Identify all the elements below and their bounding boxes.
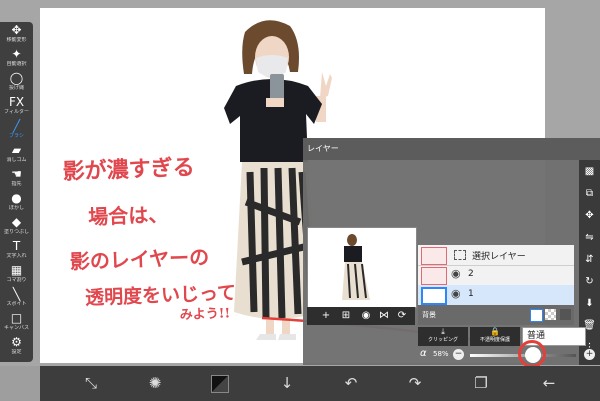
layer-thumbnail	[421, 247, 447, 265]
eye-icon[interactable]: ◉	[451, 287, 461, 300]
merge-down-icon[interactable]: ⬇	[582, 296, 597, 311]
left-toolbar: ✥ 移動変形 ✦ 自動選択 ◯ 投げ縄 FX フィルター ╱ ブラシ ▰ 消しゴム ☚ 指先 ● ぼかし ◆ 塗り…	[0, 22, 33, 362]
tool-magic-wand[interactable]: ✦ 自動選択	[0, 48, 33, 72]
opacity-decrease-button[interactable]: −	[453, 349, 464, 360]
tool-label: キャンバス	[3, 325, 29, 331]
layer-row-2[interactable]: ◉ 2	[418, 265, 574, 286]
tool-label: 設定	[11, 349, 22, 355]
rotate-layer-icon[interactable]: ⟳	[395, 309, 409, 323]
background-label: 背景	[422, 311, 436, 319]
eye-icon[interactable]: ◉	[451, 267, 461, 280]
tool-brush[interactable]: ╱ ブラシ	[0, 120, 33, 144]
tool-move[interactable]: ✥ 移動変形	[0, 24, 33, 48]
color-swatch-icon[interactable]	[205, 366, 235, 401]
clipping-icon: ⤓	[441, 327, 445, 336]
tool-lasso[interactable]: ◯ 投げ縄	[0, 72, 33, 96]
flip-vertical-icon[interactable]: ⇵	[582, 252, 597, 267]
camera-icon[interactable]: ◉	[359, 309, 373, 323]
tool-eyedropper[interactable]: ╲ スポイト	[0, 288, 33, 312]
tool-label: 移動変形	[6, 37, 27, 43]
gear-icon: ⚙	[11, 335, 22, 349]
tool-canvas[interactable]: □ キャンバス	[0, 312, 33, 336]
brush-icon: ╱	[12, 119, 21, 133]
quick-menu-icon[interactable]: ⤡	[76, 366, 106, 401]
bg-dark-swatch[interactable]	[560, 309, 571, 320]
canvas-icon: □	[10, 311, 23, 325]
layers-icon[interactable]: ❐	[466, 366, 496, 401]
tool-label: 文字入れ	[6, 253, 27, 259]
download-icon[interactable]: ↓	[272, 366, 302, 401]
frame-divider-icon: ▦	[10, 263, 23, 277]
layer-panel-title: レイヤー	[303, 138, 600, 160]
tool-smudge[interactable]: ☚ 指先	[0, 168, 33, 192]
filter-icon: FX	[8, 95, 25, 109]
layer-thumb-toolbar: + ⊞ ◉ ⋈ ⟳	[307, 307, 415, 325]
undo-icon[interactable]: ↶	[336, 366, 366, 401]
lock-icon: 🔒	[490, 327, 500, 336]
move-icon: ✥	[11, 23, 22, 37]
rotate-icon[interactable]: ↻	[582, 274, 597, 289]
opacity-row: α 58% − +	[418, 340, 600, 368]
tool-label: スポイト	[6, 301, 27, 307]
flip-horizontal-icon[interactable]: ⇋	[582, 230, 597, 245]
tool-eraser[interactable]: ▰ 消しゴム	[0, 144, 33, 168]
add-layer-icon[interactable]: +	[319, 309, 333, 323]
layer-list: 選択レイヤー ◉ 2 ◉ 1	[418, 245, 574, 306]
brush-size-icon[interactable]: ✺	[140, 366, 170, 401]
redo-icon[interactable]: ↷	[400, 366, 430, 401]
background-row: 背景	[418, 305, 574, 325]
layer-name: 1	[468, 289, 474, 299]
tool-blur[interactable]: ● ぼかし	[0, 192, 33, 216]
bg-transparent-swatch[interactable]	[545, 309, 556, 320]
tool-label: 塗りつぶし	[3, 229, 30, 235]
flip-layer-icon[interactable]: ⋈	[377, 309, 391, 323]
fill-icon: ◆	[11, 215, 22, 229]
tool-label: 自動選択	[6, 61, 27, 67]
eyedropper-icon: ╲	[12, 287, 21, 301]
opacity-increase-button[interactable]: +	[584, 349, 595, 360]
add-special-layer-icon[interactable]: ⊞	[339, 309, 353, 323]
eraser-icon: ▰	[11, 143, 22, 157]
alpha-icon: α	[420, 348, 427, 359]
tool-label: 消しゴム	[6, 157, 27, 163]
tool-gear[interactable]: ⚙ 設定	[0, 336, 33, 360]
lasso-icon: ◯	[9, 71, 24, 85]
tool-label: 指先	[11, 181, 22, 187]
selection-marquee-icon	[454, 250, 466, 260]
layer-name: 2	[468, 269, 474, 279]
tool-filter[interactable]: FX フィルター	[0, 96, 33, 120]
magic-wand-icon: ✦	[11, 47, 22, 61]
tool-label: 投げ縄	[8, 85, 24, 91]
layer-name: 選択レイヤー	[472, 252, 526, 262]
opacity-lock-button[interactable]: 🔒 不透明度保護	[470, 327, 520, 346]
highlight-ring	[518, 340, 546, 368]
tool-frame-divider[interactable]: ▦ コマ割り	[0, 264, 33, 288]
tool-label: ぼかし	[8, 205, 24, 211]
transparent-bg-icon[interactable]: ▩	[582, 164, 597, 179]
blur-icon: ●	[11, 191, 22, 205]
select-layer-icon[interactable]: ⧉	[582, 186, 597, 201]
layer-row-selection[interactable]: 選択レイヤー	[418, 245, 574, 266]
clipping-button[interactable]: ⤓ クリッピング	[418, 327, 468, 346]
smudge-icon: ☚	[11, 167, 22, 181]
move-layer-icon[interactable]: ✥	[582, 208, 597, 223]
tool-label: コマ割り	[6, 277, 27, 283]
layer-thumbnail	[421, 267, 447, 285]
text-icon: T	[12, 239, 21, 253]
tool-fill[interactable]: ◆ 塗りつぶし	[0, 216, 33, 240]
layer-thumbnail	[421, 287, 447, 305]
tool-label: ブラシ	[9, 133, 24, 139]
tool-label: フィルター	[4, 109, 29, 115]
back-arrow-icon[interactable]: ←	[534, 366, 564, 401]
canvas-thumbnail	[307, 227, 417, 308]
bg-white-swatch[interactable]	[530, 309, 543, 322]
opacity-value: 58%	[433, 350, 449, 358]
bottom-toolbar: ⤡ ✺ ↓ ↶ ↷ ❐ ←	[40, 366, 600, 401]
tool-text[interactable]: T 文字入れ	[0, 240, 33, 264]
layer-row-1[interactable]: ◉ 1	[418, 285, 574, 306]
